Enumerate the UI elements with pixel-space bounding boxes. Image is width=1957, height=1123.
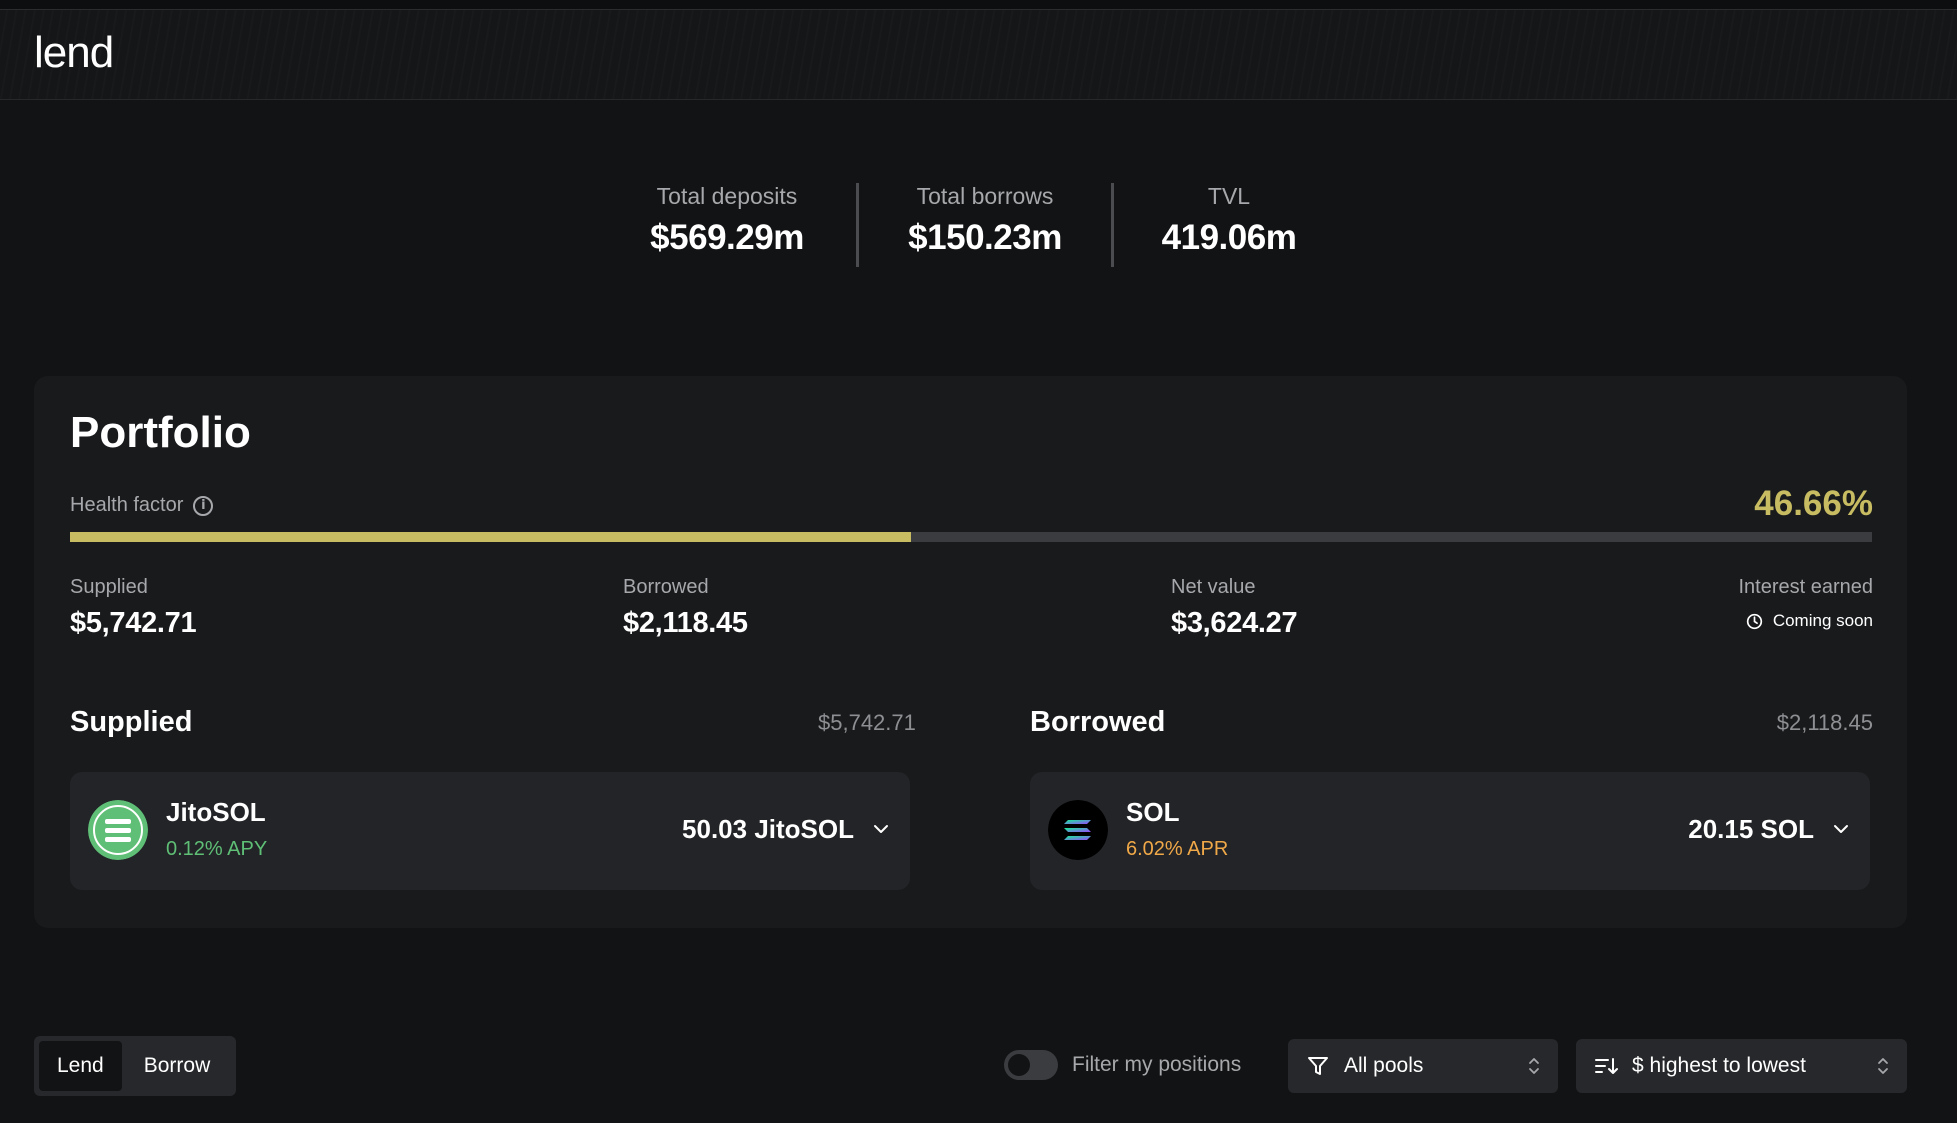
metric-label: Net value xyxy=(1171,576,1256,598)
metric-value: $5,742.71 xyxy=(70,607,197,639)
portfolio-title: Portfolio xyxy=(70,408,251,457)
clock-icon xyxy=(1746,613,1762,629)
sort-select-value: $ highest to lowest xyxy=(1632,1054,1806,1077)
health-factor-label: Health factor i xyxy=(70,494,214,517)
borrowed-asset-card[interactable]: SOL 6.02% APR 20.15 SOL xyxy=(1030,772,1870,890)
tab-lend[interactable]: Lend xyxy=(39,1041,122,1091)
filter-toggle-switch[interactable] xyxy=(1004,1050,1058,1080)
filter-toggle-label: Filter my positions xyxy=(1072,1053,1242,1076)
stat-total-deposits: Total deposits $569.29m xyxy=(620,183,834,258)
asset-name: SOL xyxy=(1126,797,1180,827)
updown-chevron-icon xyxy=(1878,1058,1888,1074)
jitosol-icon xyxy=(88,800,148,860)
stat-value: 419.06m xyxy=(1161,218,1297,257)
asset-apr: 6.02% APR xyxy=(1126,838,1229,860)
asset-name: JitoSOL xyxy=(166,797,266,827)
sort-select[interactable]: $ highest to lowest xyxy=(1576,1039,1907,1093)
chevron-down-icon[interactable] xyxy=(1832,820,1850,838)
stat-label: Total deposits xyxy=(656,183,798,209)
health-factor-bar xyxy=(70,532,1872,542)
pool-select-value: All pools xyxy=(1344,1054,1424,1077)
metric-label: Supplied xyxy=(70,576,148,598)
metric-supplied: Supplied $5,742.71 xyxy=(70,576,197,640)
page: lend Total deposits $569.29m Total borro… xyxy=(0,0,1957,1123)
borrowed-section-title: Borrowed xyxy=(1030,706,1166,738)
supplied-asset-card[interactable]: JitoSOL 0.12% APY 50.03 JitoSOL xyxy=(70,772,910,890)
metric-interest-earned: Interest earned Coming soon xyxy=(1738,576,1873,631)
tab-borrow[interactable]: Borrow xyxy=(126,1041,229,1091)
lend-borrow-toggle: Lend Borrow xyxy=(34,1036,236,1096)
supplied-section-total: $5,742.71 xyxy=(818,710,916,735)
stat-label: Total borrows xyxy=(916,183,1054,209)
info-icon[interactable]: i xyxy=(193,495,214,516)
stat-value: $569.29m xyxy=(650,218,804,257)
health-factor-value: 46.66% xyxy=(1754,484,1873,523)
top-strip xyxy=(0,0,1957,10)
metric-net-value: Net value $3,624.27 xyxy=(1171,576,1298,640)
stat-total-borrows: Total borrows $150.23m xyxy=(880,183,1090,258)
protocol-stats: Total deposits $569.29m Total borrows $1… xyxy=(0,183,1957,273)
pool-select[interactable]: All pools xyxy=(1288,1039,1558,1093)
stat-tvl: TVL 419.06m xyxy=(1136,183,1322,258)
stat-label: TVL xyxy=(1207,183,1251,209)
health-factor-fill xyxy=(70,532,911,542)
chevron-down-icon[interactable] xyxy=(872,820,890,838)
portfolio-card: Portfolio Health factor i 46.66% Supplie… xyxy=(34,376,1907,928)
stat-divider xyxy=(1111,183,1114,267)
stat-divider xyxy=(856,183,859,267)
toggle-knob xyxy=(1008,1054,1030,1076)
asset-apy: 0.12% APY xyxy=(166,838,268,860)
asset-amount: 20.15 SOL xyxy=(1688,814,1814,844)
health-factor-text: Health factor xyxy=(70,494,184,516)
supplied-section-title: Supplied xyxy=(70,706,193,738)
coming-soon-text: Coming soon xyxy=(1772,611,1873,630)
sol-icon xyxy=(1048,800,1108,860)
metric-label: Borrowed xyxy=(623,576,709,598)
asset-amount: 50.03 JitoSOL xyxy=(682,814,854,844)
coming-soon: Coming soon xyxy=(1738,611,1873,631)
stat-value: $150.23m xyxy=(908,218,1062,257)
filter-my-positions: Filter my positions xyxy=(1004,1050,1241,1080)
updown-chevron-icon xyxy=(1529,1058,1539,1074)
header: lend xyxy=(0,10,1957,100)
app-logo[interactable]: lend xyxy=(34,28,114,78)
borrowed-section-total: $2,118.45 xyxy=(1776,710,1873,735)
sort-icon xyxy=(1595,1058,1618,1074)
metric-value: $2,118.45 xyxy=(623,607,748,639)
metric-label: Interest earned xyxy=(1738,576,1873,598)
filter-icon xyxy=(1308,1057,1328,1075)
metric-value: $3,624.27 xyxy=(1171,607,1298,639)
metric-borrowed: Borrowed $2,118.45 xyxy=(623,576,748,640)
